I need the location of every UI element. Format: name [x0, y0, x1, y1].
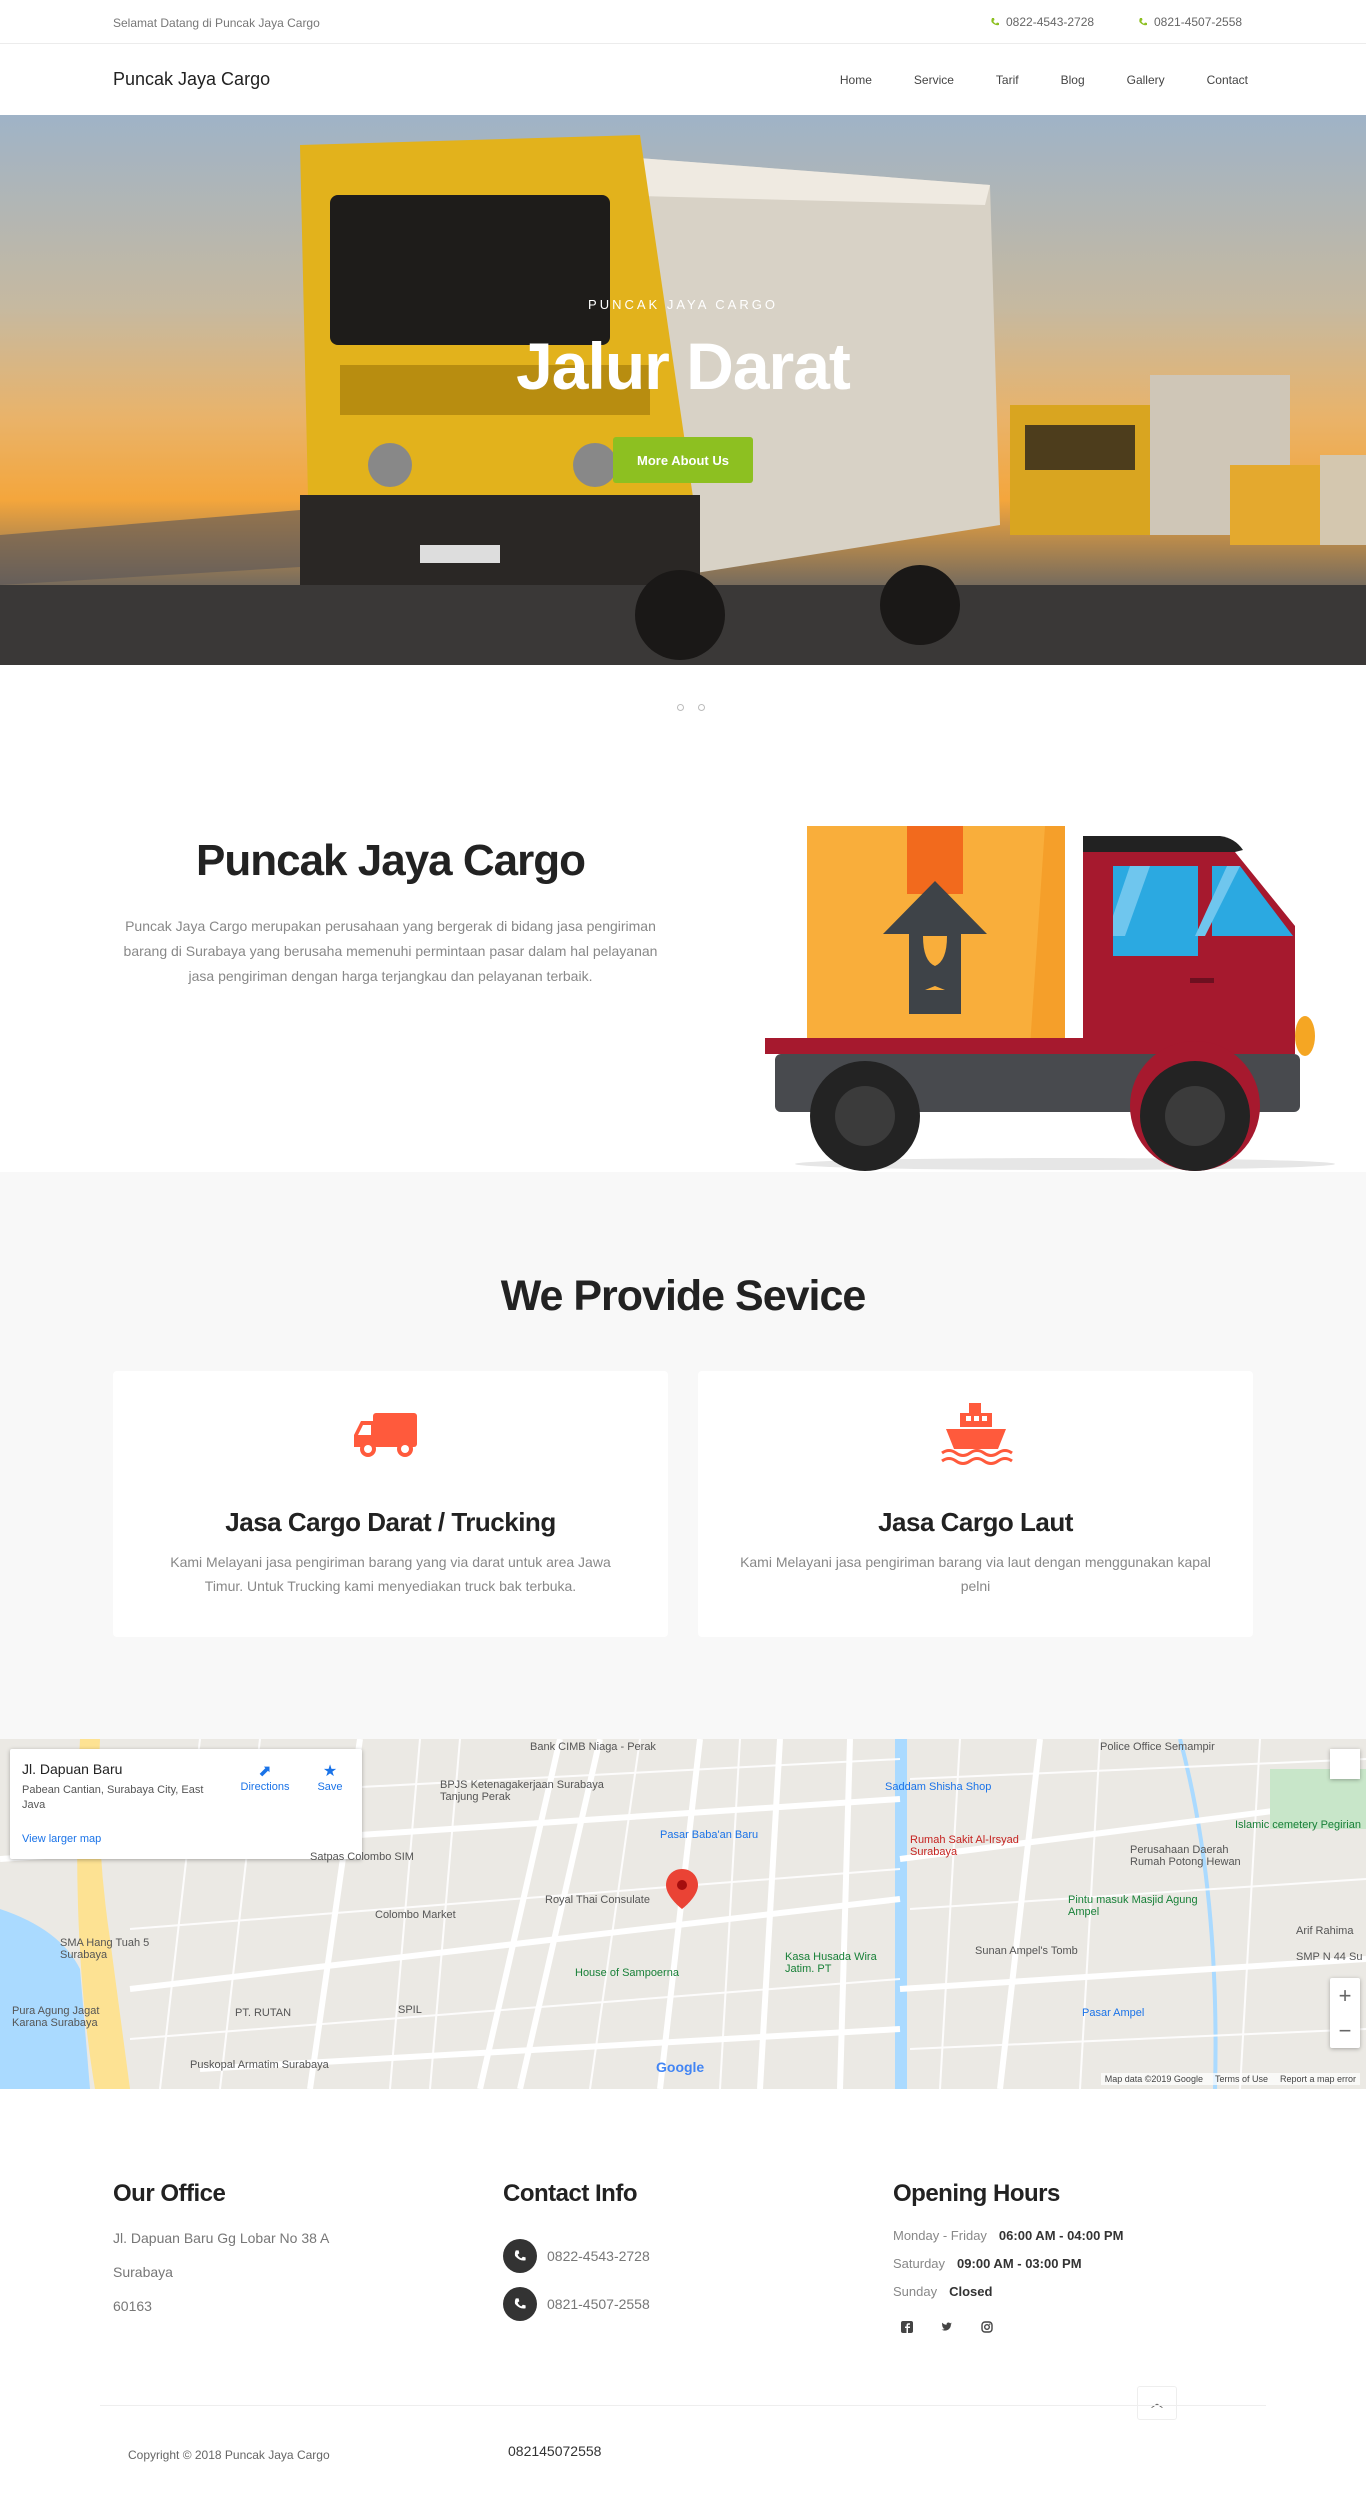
office-address-line: Jl. Dapuan Baru Gg Lobar No 38 A [113, 2230, 330, 2246]
nav-contact[interactable]: Contact [1207, 73, 1248, 87]
contact-phone-2[interactable]: 0821-4507-2558 [503, 2287, 650, 2321]
footer-divider [100, 2405, 1266, 2406]
chevron-up-icon: ︿ [1150, 2396, 1163, 2410]
service-card-sea[interactable]: Jasa Cargo Laut Kami Melayani jasa pengi… [698, 1371, 1253, 1637]
hours-heading: Opening Hours [893, 2180, 1060, 2207]
welcome-text: Selamat Datang di Puncak Jaya Cargo [113, 16, 320, 30]
phone-icon [991, 18, 999, 26]
twitter-icon[interactable] [940, 2320, 954, 2334]
footer-phone-number: 082145072558 [508, 2443, 602, 2459]
office-postcode: 60163 [113, 2298, 152, 2314]
truck-icon [353, 1413, 417, 1457]
copyright: Copyright © 2018 Puncak Jaya Cargo [128, 2448, 330, 2462]
services-section: We Provide Sevice Jasa Cargo Darat / Tru… [0, 1172, 1366, 1739]
nav-tarif[interactable]: Tarif [996, 73, 1019, 87]
contact-phone-1[interactable]: 0822-4543-2728 [503, 2239, 650, 2273]
hero-title: Jalur Darat [516, 329, 851, 403]
service-text-sea: Kami Melayani jasa pengiriman barang via… [740, 1554, 1211, 1594]
facebook-icon[interactable] [900, 2320, 914, 2334]
office-heading: Our Office [113, 2180, 226, 2207]
nav-service[interactable]: Service [914, 73, 954, 87]
ship-icon [940, 1403, 1013, 1465]
social-links [900, 2320, 994, 2334]
instagram-icon[interactable] [980, 2320, 994, 2334]
hours-row: Monday - Friday 06:00 AM - 04:00 PM [893, 2228, 1124, 2243]
nav-gallery[interactable]: Gallery [1127, 73, 1165, 87]
cargo-truck-illustration [765, 826, 1335, 1171]
slider-dot-2[interactable] [698, 704, 705, 711]
about-text: Puncak Jaya Cargo merupakan perusahaan y… [123, 918, 658, 984]
hours-row: Saturday 09:00 AM - 03:00 PM [893, 2256, 1082, 2271]
brand-logo[interactable]: Puncak Jaya Cargo [113, 69, 270, 90]
nav-home[interactable]: Home [840, 73, 872, 87]
phone-icon [1139, 18, 1147, 26]
back-to-top-button[interactable]: ︿ [1137, 2386, 1177, 2420]
main-navbar: Puncak Jaya Cargo Home Service Tarif Blo… [0, 45, 1366, 115]
google-map[interactable]: Jl. Dapuan Baru Pabean Cantian, Surabaya… [0, 1739, 1366, 2089]
phone-icon [503, 2287, 537, 2321]
nav-blog[interactable]: Blog [1061, 73, 1085, 87]
service-card-trucking[interactable]: Jasa Cargo Darat / Trucking Kami Melayan… [113, 1371, 668, 1637]
phone-icon [503, 2239, 537, 2273]
services-heading: We Provide Sevice [500, 1272, 867, 1320]
map-labels: Bank CIMB Niaga - Perak BPJS Ketenagaker… [12, 1741, 1363, 2071]
service-title-trucking: Jasa Cargo Darat / Trucking [225, 1507, 556, 1537]
slider-dot-1[interactable] [677, 704, 684, 711]
contact-heading: Contact Info [503, 2180, 637, 2207]
service-title-sea: Jasa Cargo Laut [878, 1507, 1073, 1537]
top-bar: Selamat Datang di Puncak Jaya Cargo 0822… [0, 0, 1366, 44]
top-phone-2[interactable]: 0821-4507-2558 [1138, 15, 1242, 29]
more-about-us-button[interactable]: More About Us [613, 437, 753, 483]
top-phone-1[interactable]: 0822-4543-2728 [990, 15, 1094, 29]
office-city: Surabaya [113, 2264, 173, 2280]
hero-slider: PUNCAK JAYA CARGO Jalur Darat More About… [0, 115, 1366, 665]
slider-dots [677, 704, 705, 711]
hero-kicker: PUNCAK JAYA CARGO [588, 297, 778, 312]
about-title: Puncak Jaya Cargo [196, 836, 586, 885]
nav-menu: Home Service Tarif Blog Gallery Contact [798, 73, 1248, 87]
hours-row: Sunday Closed [893, 2284, 993, 2299]
service-text-trucking: Kami Melayani jasa pengiriman barang yan… [170, 1554, 611, 1594]
